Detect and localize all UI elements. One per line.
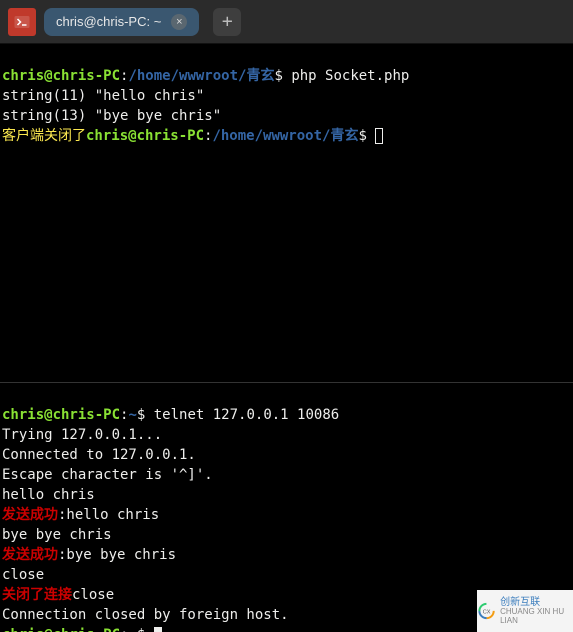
prompt-user: chris@chris-PC bbox=[86, 128, 204, 144]
prompt-user: chris@chris-PC bbox=[2, 627, 120, 632]
prompt-path: ~ bbox=[128, 627, 136, 632]
prompt-path: ~ bbox=[128, 407, 136, 423]
command-text: php Socket.php bbox=[291, 68, 409, 84]
tab-terminal[interactable]: chris@chris-PC: ~ × bbox=[44, 8, 199, 36]
terminal-icon bbox=[13, 13, 31, 31]
svg-text:CX: CX bbox=[483, 609, 491, 615]
output-line: bye bye chris bbox=[2, 527, 112, 543]
output-line: :hello chris bbox=[58, 507, 159, 523]
new-tab-button[interactable]: + bbox=[213, 8, 241, 36]
output-line-yellow: 客户端关闭了 bbox=[2, 128, 86, 144]
prompt-user: chris@chris-PC bbox=[2, 68, 120, 84]
output-line: close bbox=[72, 587, 114, 603]
output-line: string(13) "bye bye chris" bbox=[2, 108, 221, 124]
terminal-split-area: chris@chris-PC:/home/wwwroot/青玄$ php Soc… bbox=[0, 44, 573, 632]
prompt-user: chris@chris-PC bbox=[2, 407, 120, 423]
prompt-path: /home/wwwroot/青玄 bbox=[128, 68, 274, 84]
prompt-path: /home/wwwroot/青玄 bbox=[212, 128, 358, 144]
cursor-icon bbox=[375, 128, 383, 144]
prompt-dollar: $ bbox=[358, 128, 375, 144]
output-line-red: 发送成功 bbox=[2, 507, 58, 523]
tab-close-button[interactable]: × bbox=[171, 14, 187, 30]
output-line: Connection closed by foreign host. bbox=[2, 607, 289, 623]
terminal-app-icon[interactable] bbox=[8, 8, 36, 36]
output-line: hello chris bbox=[2, 487, 95, 503]
watermark-icon: CX bbox=[477, 600, 496, 622]
output-line: Connected to 127.0.0.1. bbox=[2, 447, 196, 463]
output-line: string(11) "hello chris" bbox=[2, 88, 204, 104]
output-line: Trying 127.0.0.1... bbox=[2, 427, 162, 443]
prompt-dollar: $ bbox=[137, 407, 154, 423]
cursor-icon bbox=[154, 627, 162, 632]
watermark-logo: CX 创新互联 CHUANG XIN HU LIAN bbox=[477, 590, 573, 632]
output-line: Escape character is '^]'. bbox=[2, 467, 213, 483]
command-text: telnet 127.0.0.1 10086 bbox=[154, 407, 339, 423]
prompt-dollar: $ bbox=[137, 627, 154, 632]
output-line-red: 发送成功 bbox=[2, 547, 58, 563]
output-line: :bye bye chris bbox=[58, 547, 176, 563]
output-line-red: 关闭了连接 bbox=[2, 587, 72, 603]
titlebar: chris@chris-PC: ~ × + bbox=[0, 0, 573, 44]
watermark-sub: CHUANG XIN HU LIAN bbox=[500, 608, 573, 626]
terminal-pane-top[interactable]: chris@chris-PC:/home/wwwroot/青玄$ php Soc… bbox=[0, 44, 573, 382]
tab-title: chris@chris-PC: ~ bbox=[56, 14, 161, 29]
prompt-dollar: $ bbox=[274, 68, 291, 84]
output-line: close bbox=[2, 567, 44, 583]
